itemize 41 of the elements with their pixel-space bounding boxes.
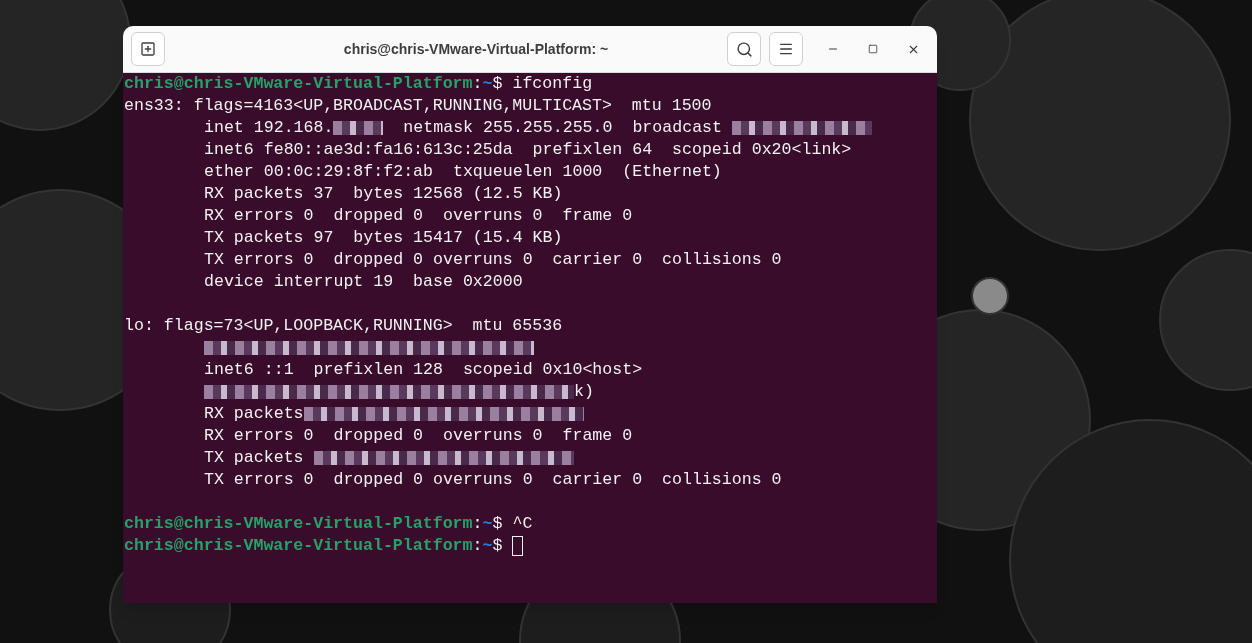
output-text: k): [574, 381, 594, 403]
prompt-path: ~: [482, 73, 493, 95]
output-text: inet6 ::1 prefixlen 128 scopeid 0x10<host>: [204, 359, 643, 381]
output-text: TX errors 0 dropped 0 overruns 0 carrier 0 collisions 0: [204, 469, 782, 491]
new-tab-icon: [140, 41, 156, 57]
prompt-separator: :: [472, 73, 483, 95]
command-text: ^C: [512, 513, 533, 535]
prompt-user: chris@chris-VMware-Virtual-Platform: [124, 73, 473, 95]
output-text: RX errors 0 dropped 0 overruns 0 frame 0: [204, 425, 633, 447]
maximize-icon: [868, 44, 878, 54]
output-text: inet 192.168.: [204, 117, 334, 139]
output-text: inet6 fe80::ae3d:fa16:613c:25da prefixlen 64 scopeid 0x20<link>: [204, 139, 852, 161]
output-text: ether 00:0c:29:8f:f2:ab txqueuelen 1000 (Ethernet): [204, 161, 722, 183]
new-tab-button[interactable]: [131, 32, 165, 66]
prompt-user: chris@chris-VMware-Virtual-Platform: [124, 535, 473, 557]
text-cursor: [512, 536, 524, 556]
prompt-symbol: $: [492, 535, 503, 557]
prompt-separator: :: [472, 513, 483, 535]
output-text: netmask 255.255.255.0 broadcast: [402, 117, 724, 139]
search-icon: [735, 40, 753, 58]
window-title: chris@chris-VMware-Virtual-Platform: ~: [342, 39, 609, 59]
prompt-path: ~: [482, 513, 493, 535]
output-text: RX packets: [204, 403, 304, 425]
output-text: device interrupt 19 base 0x2000: [204, 271, 523, 293]
output-text: TX packets 97 bytes 15417 (15.4 KB): [204, 227, 563, 249]
search-button[interactable]: [727, 32, 761, 66]
pixelated-redaction: [333, 121, 384, 135]
command-text: ifconfig: [512, 73, 593, 95]
output-text: RX packets 37 bytes 12568 (12.5 KB): [204, 183, 563, 205]
output-text: TX packets: [204, 447, 305, 469]
prompt-symbol: $: [492, 513, 503, 535]
output-text: ens33: flags=4163<UP,BROADCAST,RUNNING,MULTICAST> mtu 1500: [124, 95, 712, 117]
output-text: TX errors 0 dropped 0 overruns 0 carrier 0 collisions 0: [204, 249, 782, 271]
menu-icon: [778, 41, 794, 57]
menu-button[interactable]: [769, 32, 803, 66]
prompt-path: ~: [482, 535, 493, 557]
prompt-user: chris@chris-VMware-Virtual-Platform: [124, 513, 473, 535]
output-text: RX errors 0 dropped 0 overruns 0 frame 0: [204, 205, 633, 227]
prompt-symbol: $: [492, 73, 503, 95]
prompt-separator: :: [472, 535, 483, 557]
output-text: lo: flags=73<UP,LOOPBACK,RUNNING> mtu 65536: [124, 315, 563, 337]
